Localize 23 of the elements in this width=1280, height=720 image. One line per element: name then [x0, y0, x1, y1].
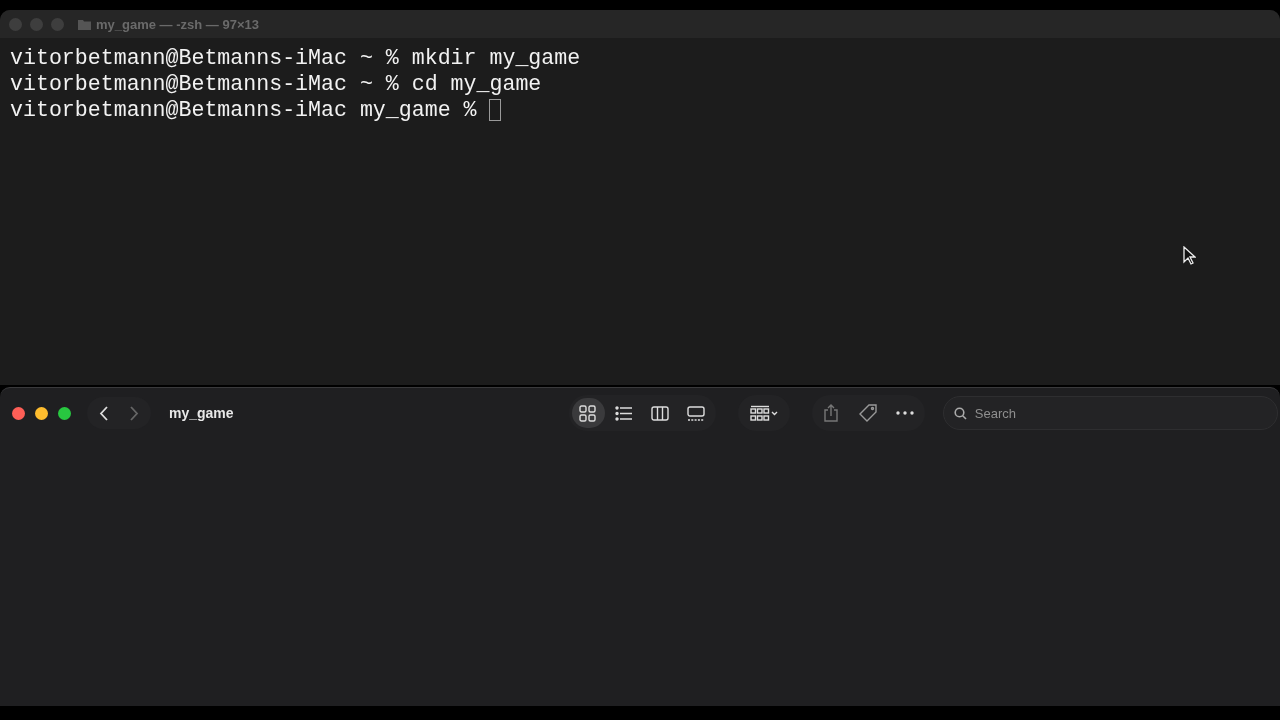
grid-chevron-icon	[749, 405, 778, 421]
search-field[interactable]: Search	[942, 396, 1278, 430]
terminal-line: vitorbetmann@Betmanns-iMac my_game %	[10, 97, 478, 123]
folder-icon	[78, 18, 91, 30]
gallery-icon	[687, 404, 706, 422]
window-title: my_game	[169, 405, 234, 421]
share-icon	[824, 404, 839, 422]
mouse-pointer-icon	[1183, 246, 1196, 265]
window-title: my_game — -zsh — 97×13	[96, 16, 259, 32]
search-icon	[953, 407, 967, 420]
chevron-icon	[99, 405, 109, 421]
terminal-line: vitorbetmann@Betmanns-iMac ~ % mkdir my_game	[10, 45, 581, 71]
tag-icon	[859, 404, 878, 422]
terminal-line: vitorbetmann@Betmanns-iMac ~ % cd my_game	[10, 71, 542, 97]
minimize-button[interactable]	[35, 406, 48, 420]
grid-icon	[579, 404, 598, 422]
icons-view-button[interactable]	[571, 398, 605, 428]
chevron-icon	[129, 405, 139, 421]
close-button[interactable]	[12, 406, 25, 420]
more-icon	[896, 411, 915, 415]
zoom-button[interactable]	[58, 406, 71, 420]
columns-icon	[651, 404, 670, 422]
list-icon	[615, 404, 634, 422]
